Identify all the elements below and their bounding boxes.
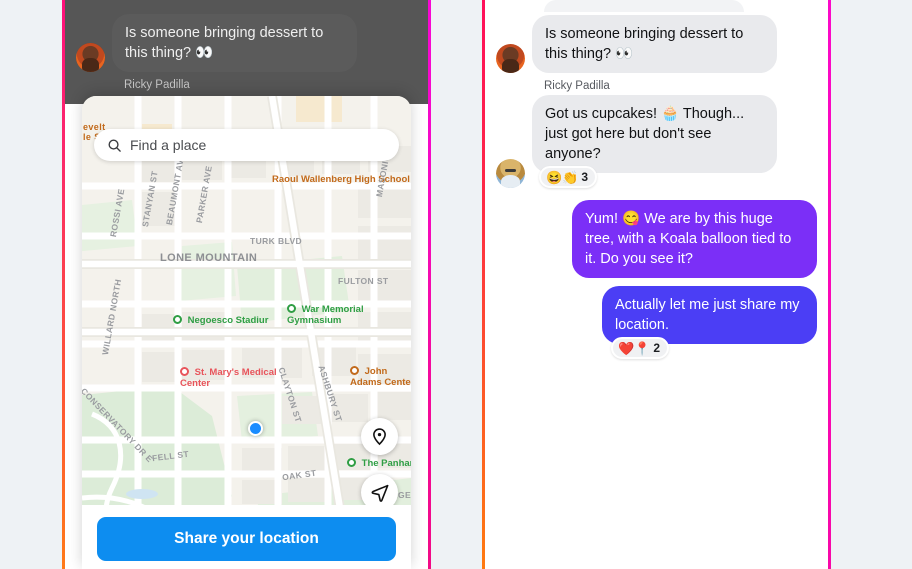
message-bubble[interactable]: Yum! 😋 We are by this huge tree, with a … xyxy=(572,200,817,278)
poi-label: War Memorial Gymnasium xyxy=(287,304,364,326)
message-reactions[interactable]: 😆👏 3 xyxy=(539,166,598,188)
right-phone-panel: Is someone bringing dessert to this thin… xyxy=(484,0,829,569)
reaction-count: 3 xyxy=(581,170,589,184)
message-row-dimmed: Is someone bringing dessert to this thin… xyxy=(76,14,417,72)
avatar xyxy=(496,159,525,188)
right-panel-right-edge xyxy=(828,0,831,569)
search-icon xyxy=(108,139,121,152)
previous-message-partial xyxy=(544,0,744,12)
search-input[interactable]: Find a place xyxy=(94,129,399,161)
message-bubble[interactable]: Got us cupcakes! 🧁 Though... just got he… xyxy=(532,95,777,173)
reaction-emojis: ❤️📍 xyxy=(618,340,651,356)
park-marker-icon xyxy=(347,458,356,467)
map-pin-icon xyxy=(373,428,386,446)
message-row: Yum! 😋 We are by this huge tree, with a … xyxy=(496,200,817,278)
poi-label: Raoul Wallenberg High School xyxy=(272,174,410,185)
poi-john-adams-center[interactable]: John Adams Center xyxy=(350,366,411,388)
right-chat-thread: Is someone bringing dessert to this thin… xyxy=(484,0,829,569)
message-row: Got us cupcakes! 🧁 Though... just got he… xyxy=(496,95,817,188)
civic-marker-icon xyxy=(350,366,359,375)
poi-st-marys-medical-center[interactable]: St. Mary's Medical Center xyxy=(180,367,278,389)
left-panel-right-edge xyxy=(428,0,431,569)
message-reactions[interactable]: ❤️📍 2 xyxy=(611,337,670,359)
map-bottom-bar: Share your location xyxy=(82,505,411,569)
message-sender-label: Ricky Padilla xyxy=(124,79,190,91)
dim-overlay: Is someone bringing dessert to this thin… xyxy=(64,0,429,104)
street-label: FULTON ST xyxy=(338,276,389,286)
street-label: TURK BLVD xyxy=(250,236,303,246)
message-row: Actually let me just share my location. … xyxy=(496,286,817,359)
message-bubble: Is someone bringing dessert to this thin… xyxy=(112,14,357,72)
poi-label: St. Mary's Medical Center xyxy=(180,367,277,389)
map-sheet: LONE MOUNTAIN Raoul Wallenberg High Scho… xyxy=(82,96,411,569)
message-row: Is someone bringing dessert to this thin… xyxy=(496,15,817,73)
poi-war-memorial-gymnasium[interactable]: War Memorial Gymnasium xyxy=(287,304,369,326)
right-panel-left-edge xyxy=(482,0,485,569)
park-marker-icon xyxy=(173,315,182,324)
screenshot-stage: Is someone bringing dessert to this thin… xyxy=(0,0,912,569)
avatar xyxy=(496,44,525,73)
neighborhood-label: LONE MOUNTAIN xyxy=(160,252,258,264)
message-bubble[interactable]: Actually let me just share my location. xyxy=(602,286,817,344)
reaction-count: 2 xyxy=(653,341,661,355)
recenter-pin-button[interactable] xyxy=(361,418,398,455)
reaction-emojis: 😆👏 xyxy=(546,169,579,185)
message-sender-label: Ricky Padilla xyxy=(544,80,610,92)
hospital-marker-icon xyxy=(180,367,189,376)
poi-label: John Adams Center xyxy=(350,366,411,388)
search-placeholder: Find a place xyxy=(130,137,207,153)
poi-label: The Panhandl xyxy=(361,458,411,469)
poi-the-panhandle[interactable]: The Panhandl xyxy=(347,458,411,470)
avatar xyxy=(76,43,105,72)
poi-raoul-wallenberg-high-school[interactable]: Raoul Wallenberg High School xyxy=(272,174,411,186)
left-phone-panel: Is someone bringing dessert to this thin… xyxy=(64,0,429,569)
park-marker-icon xyxy=(287,304,296,313)
current-location-dot xyxy=(248,421,263,436)
navigate-arrow-icon xyxy=(371,484,388,502)
poi-negoesco-stadium[interactable]: Negoesco Stadiur xyxy=(173,315,268,327)
poi-label: Negoesco Stadiur xyxy=(187,315,269,326)
left-panel-left-edge xyxy=(62,0,65,569)
share-your-location-button[interactable]: Share your location xyxy=(97,517,396,561)
message-bubble[interactable]: Is someone bringing dessert to this thin… xyxy=(532,15,777,73)
